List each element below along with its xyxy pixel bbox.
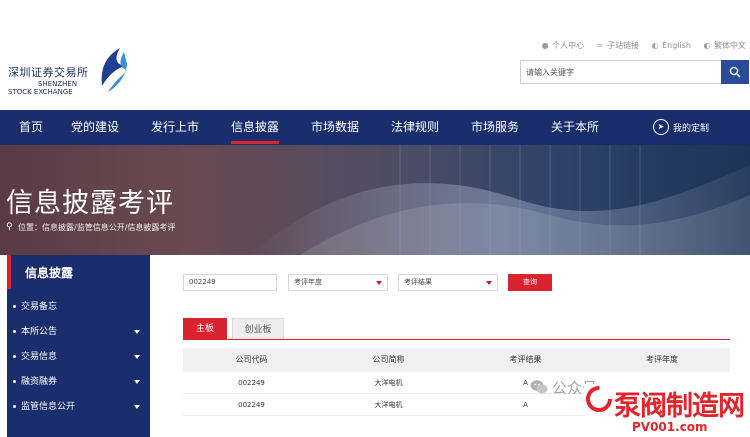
tab-main-board[interactable]: 主板 — [183, 318, 227, 340]
dropdown-arrow-icon — [486, 281, 492, 285]
year-select[interactable]: 考评年度 — [288, 274, 388, 291]
table-header: 公司代码 公司简称 考评结果 考评年度 — [183, 348, 730, 372]
pump-valve-watermark-logo: 泵阀制造网 PV001.com — [584, 384, 750, 437]
sidebar-header: 信息披露 — [7, 255, 150, 289]
nav-item-market-data[interactable]: 市场数据 — [311, 110, 359, 145]
search-input[interactable] — [520, 60, 721, 84]
toplink-substation[interactable]: ∞ 子站链接 — [596, 40, 639, 51]
user-icon: ● — [541, 40, 549, 50]
link-icon: ∞ — [596, 40, 604, 50]
dropdown-arrow-icon — [376, 281, 382, 285]
sidebar-item-trading-info[interactable]: 交易信息 — [7, 345, 150, 370]
logo-chinese-name: 深圳证券交易所 — [8, 66, 89, 79]
nav-item-about[interactable]: 关于本所 — [551, 110, 599, 145]
sidebar-item-regulatory-info[interactable]: 监管信息公开 — [7, 395, 150, 420]
search-button[interactable] — [721, 60, 749, 84]
column-header-name: 公司简称 — [372, 355, 405, 364]
cell-code: 002249 — [238, 401, 265, 409]
chevron-down-icon — [134, 355, 140, 359]
nav-item-rules[interactable]: 法律规则 — [391, 110, 439, 145]
bullet-icon — [13, 380, 16, 383]
column-header-result: 考评结果 — [509, 355, 542, 364]
nav-item-disclosure[interactable]: 信息披露 — [231, 110, 280, 145]
search-box — [520, 60, 749, 84]
logo-emblem-icon — [101, 48, 127, 92]
location-pin-icon: ⚲ — [6, 222, 13, 232]
nav-item-home[interactable]: 首页 — [19, 110, 43, 145]
sidebar-item-announcements[interactable]: 本所公告 — [7, 320, 150, 345]
page-title: 信息披露考评 — [6, 188, 174, 219]
nav-item-party-building[interactable]: 党的建设 — [71, 110, 119, 145]
nav-item-listing[interactable]: 发行上市 — [151, 110, 199, 145]
query-button[interactable]: 查询 — [508, 274, 552, 291]
bullet-icon — [13, 330, 16, 333]
sidebar-menu: 交易备忘 本所公告 交易信息 融资融券 监管信息公开 — [7, 295, 150, 420]
page-banner: 信息披露考评 ⚲ 位置：信息披露/监管信息公开/信息披露考评 — [0, 145, 750, 255]
breadcrumb-text[interactable]: 位置：信息披露/监管信息公开/信息披露考评 — [18, 222, 175, 233]
column-header-year: 考评年度 — [646, 355, 678, 364]
top-links: ● 个人中心 ∞ 子站链接 ◐ English ◐ 繁体中文 — [541, 40, 746, 51]
toplink-personal-center[interactable]: ● 个人中心 — [541, 40, 585, 51]
main-nav: 首页 党的建设 发行上市 信息披露 市场数据 法律规则 市场服务 关于本所 ➤ … — [0, 110, 750, 145]
tab-chinext[interactable]: 创业板 — [232, 318, 284, 340]
ring-logo-icon — [586, 386, 612, 412]
bullet-icon — [13, 305, 16, 308]
chevron-down-icon — [134, 330, 140, 334]
bullet-icon — [13, 355, 16, 358]
site-header: 深圳证券交易所 SHENZHEN STOCK EXCHANGE ● 个人中心 ∞… — [0, 0, 750, 110]
app-root: 深圳证券交易所 SHENZHEN STOCK EXCHANGE ● 个人中心 ∞… — [0, 0, 750, 437]
toplink-traditional-chinese[interactable]: ◐ 繁体中文 — [703, 40, 747, 51]
cell-code: 002249 — [238, 379, 265, 387]
company-code-input[interactable]: 002249 — [183, 274, 277, 291]
cell-name[interactable]: 大洋电机 — [320, 372, 457, 394]
compass-icon: ➤ — [653, 119, 669, 135]
wechat-icon — [530, 380, 548, 394]
search-icon — [729, 66, 741, 78]
result-select[interactable]: 考评结果 — [398, 274, 498, 291]
globe-icon: ◐ — [651, 40, 659, 50]
bullet-icon — [13, 405, 16, 408]
chevron-down-icon — [134, 380, 140, 384]
logo-english-name: SHENZHEN STOCK EXCHANGE — [8, 80, 78, 96]
my-custom-button[interactable]: ➤ 我的定制 — [653, 116, 709, 138]
sidebar-item-trading-memo[interactable]: 交易备忘 — [7, 295, 150, 320]
cell-name[interactable]: 大洋电机 — [320, 394, 457, 416]
toplink-english[interactable]: ◐ English — [651, 40, 691, 51]
szse-logo[interactable]: 深圳证券交易所 SHENZHEN STOCK EXCHANGE — [8, 44, 133, 104]
left-sidebar: 信息披露 交易备忘 本所公告 交易信息 融资融券 监管信息公开 — [7, 255, 150, 437]
sidebar-item-margin-trading[interactable]: 融资融券 — [7, 370, 150, 395]
breadcrumb: ⚲ 位置：信息披露/监管信息公开/信息披露考评 — [6, 222, 175, 233]
column-header-code: 公司代码 — [235, 355, 268, 364]
tab-underline — [183, 339, 730, 340]
nav-item-market-services[interactable]: 市场服务 — [471, 110, 519, 145]
chevron-down-icon — [134, 405, 140, 409]
globe-icon: ◐ — [703, 40, 711, 50]
